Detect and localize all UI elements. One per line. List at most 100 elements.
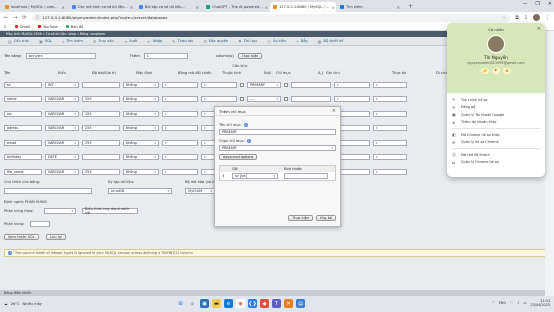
add-count-input[interactable]: 1	[143, 53, 188, 59]
column-move-select[interactable]	[373, 168, 407, 175]
column-length-input[interactable]: 255	[82, 110, 120, 117]
column-attribute-select[interactable]	[201, 96, 237, 102]
column-move-select[interactable]	[373, 154, 407, 160]
address-bar[interactable]: ⓘ 127.0.0.1:8080/phpmyadmin/index.php?ro…	[31, 13, 511, 22]
column-name-input[interactable]: birthday	[4, 154, 42, 160]
partition-expression-input[interactable]: Biểu thức hay danh sách cột	[82, 207, 138, 215]
column-move-select[interactable]	[373, 139, 407, 146]
pma-tab[interactable]: ▤ Cấu trúc	[4, 38, 33, 45]
table-name-input[interactable]: sinhvien	[25, 53, 96, 59]
profile-item-sync[interactable]: ⟳ Đồng bộ	[452, 104, 540, 112]
column-length-input[interactable]: 255	[82, 96, 120, 102]
pma-tab[interactable]: ☰ Đặc quyền	[199, 38, 232, 45]
column-type-select[interactable]: VARCHAR	[45, 139, 79, 146]
column-virtual-select[interactable]	[334, 81, 370, 88]
index-column-select[interactable]: sv [int]	[232, 173, 278, 179]
column-type-select[interactable]: DATE	[45, 154, 79, 160]
column-collation-select[interactable]	[162, 139, 198, 146]
column-type-select[interactable]: VARCHAR	[45, 125, 79, 131]
cancel-button[interactable]: Hủy bỏ	[315, 215, 336, 221]
column-move-select[interactable]	[373, 110, 407, 117]
column-type-select[interactable]: VARCHAR	[45, 110, 79, 117]
task-view-icon[interactable]: ▣	[200, 299, 209, 308]
close-tab-icon[interactable]: ×	[331, 5, 334, 10]
column-name-input[interactable]: file_name	[4, 168, 42, 175]
close-icon[interactable]: ×	[537, 26, 541, 32]
column-default-select[interactable]: Không	[123, 139, 159, 146]
search-icon[interactable]: ⌕	[188, 299, 197, 308]
column-default-select[interactable]: Không	[123, 154, 159, 160]
column-length-input[interactable]: 255	[82, 125, 120, 131]
pma-tab[interactable]: ▣ SQL	[35, 38, 56, 45]
profile-item-guest[interactable]: ☺ Mở chế độ khách	[452, 151, 540, 159]
column-move-select[interactable]	[373, 96, 407, 102]
collation-select[interactable]: MyISAM	[185, 188, 215, 194]
battery-icon[interactable]: ▭	[523, 301, 526, 305]
downloads-icon[interactable]: ⇩	[524, 15, 528, 21]
column-collation-select[interactable]	[162, 154, 198, 160]
bookmark-maps[interactable]: Bản đồ	[65, 25, 83, 29]
profile-item-manage[interactable]: ⚙ Quản lý hồ sơ Chrome	[452, 139, 540, 147]
column-type-select[interactable]: VARCHAR	[45, 168, 79, 175]
partition-count-input[interactable]	[30, 221, 50, 227]
null-checkbox[interactable]	[240, 97, 244, 101]
bookmark-star-icon[interactable]: ☆	[503, 15, 506, 20]
preview-sql-button[interactable]: Xem trước SQL	[4, 234, 39, 240]
profile-item-google-account[interactable]: ▣ Quản lý Tài khoản Google	[452, 111, 540, 119]
site-info-icon[interactable]: ⓘ	[36, 15, 40, 21]
column-length-input[interactable]: 255	[82, 168, 120, 175]
chevron-up-icon[interactable]: ⌃	[492, 301, 495, 305]
reload-icon[interactable]: ⟳	[22, 15, 26, 21]
edge-icon[interactable]: e	[224, 299, 233, 308]
browser-tab-active[interactable]: 127.0.0.1:8080 / MySQL / ... ×	[270, 2, 336, 12]
pma-tab[interactable]: ⚑ Thủ tục	[234, 38, 261, 45]
column-virtual-select[interactable]	[334, 96, 370, 102]
table-comment-input[interactable]	[4, 188, 92, 194]
column-default-select[interactable]: Không	[123, 81, 159, 88]
forward-icon[interactable]: →	[13, 15, 17, 21]
close-tab-icon[interactable]: ×	[265, 5, 268, 10]
index-type-select[interactable]: PRIMARY	[219, 145, 336, 151]
pma-tab[interactable]: ▦ Độ thiết kế	[314, 38, 348, 45]
column-length-input[interactable]	[82, 81, 120, 88]
column-default-select[interactable]: Không	[123, 110, 159, 117]
settings-icon[interactable]: ⚙	[503, 68, 511, 74]
pma-tab[interactable]: ⚡ Bẫy	[292, 38, 312, 45]
column-length-input[interactable]	[82, 154, 120, 160]
column-type-select[interactable]: VARCHAR	[45, 96, 79, 102]
xampp-icon[interactable]: ✕	[284, 299, 293, 308]
profile-avatar[interactable]	[533, 14, 540, 21]
maximize-icon[interactable]: ❐	[535, 1, 539, 7]
browser-tab[interactable]: Bài tập cơ sở dữ liệu... ×	[136, 2, 202, 12]
column-collation-select[interactable]	[162, 110, 198, 117]
column-comment-input[interactable]	[291, 96, 331, 102]
profile-item-other-profile[interactable]: ◧ Mở Chrome hồ sơ khác	[452, 131, 540, 139]
auto-increment-checkbox[interactable]	[284, 97, 288, 101]
profile-item-manage-chrome[interactable]: ⇄ Quản lý Chrome hồ sơ	[452, 159, 540, 167]
windows-start-icon[interactable]: ⊞	[176, 299, 185, 308]
column-name-input[interactable]: adress	[4, 125, 42, 131]
extensions-icon[interactable]: ⧉	[515, 15, 519, 21]
column-collation-select[interactable]	[162, 81, 198, 88]
go-button[interactable]: Thực hiện	[288, 215, 313, 221]
column-collation-select[interactable]	[162, 125, 198, 131]
store-icon[interactable]: ▤	[296, 299, 305, 308]
column-attribute-select[interactable]	[201, 81, 237, 88]
pma-tab[interactable]: ✎ Thao tác	[168, 38, 197, 45]
close-tab-icon[interactable]: ×	[196, 5, 199, 10]
index-size-input[interactable]	[284, 173, 328, 179]
advanced-options-button[interactable]: Advanced options	[219, 154, 258, 160]
weather-widget[interactable]: ☁ 26°C Nhiều mây	[0, 302, 80, 306]
file-explorer-icon[interactable]: ▬	[212, 299, 221, 308]
column-index-select[interactable]: PRIMARY	[247, 81, 281, 88]
apps-icon[interactable]: ⠿	[4, 25, 7, 29]
column-index-select[interactable]: ---	[247, 96, 281, 102]
column-name-input[interactable]: lsz	[4, 110, 42, 117]
app-icon[interactable]: ◆	[260, 299, 269, 308]
close-tab-icon[interactable]: ×	[397, 5, 400, 10]
profile-item-customize[interactable]: ✎ Tùy chỉnh hồ sơ	[452, 96, 540, 104]
browser-tab[interactable]: Tìm kiếm ×	[337, 2, 403, 12]
pma-tab[interactable]: ⇥ Xuất	[120, 38, 142, 45]
column-comment-input[interactable]	[291, 81, 331, 88]
close-tab-icon[interactable]: ×	[62, 5, 65, 10]
